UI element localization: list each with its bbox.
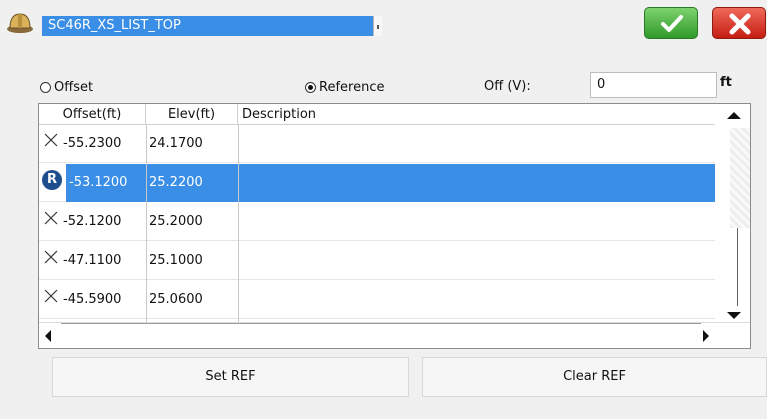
cell-elev: 25.0600 — [149, 292, 203, 307]
file-name-field[interactable]: SC46R_XS_LIST_TOP — [42, 16, 380, 36]
table-header: Offset(ft) Elev(ft) Description — [39, 104, 715, 125]
scroll-up-icon[interactable] — [727, 112, 741, 119]
cell-elev: 25.1000 — [149, 253, 203, 268]
x-mark-icon — [44, 250, 58, 264]
cell-elev: 24.1700 — [149, 136, 203, 151]
reference-radio[interactable]: Reference — [305, 79, 384, 95]
cell-offset: -52.1200 — [63, 214, 122, 229]
table-body: -55.2300 24.1700 R -53.1200 25.2200 -52.… — [39, 125, 715, 322]
close-icon — [729, 13, 751, 35]
table-row[interactable]: -45.5900 25.0600 — [39, 281, 715, 319]
scroll-left-icon[interactable] — [45, 330, 51, 342]
vertical-scroll-thumb[interactable] — [730, 128, 750, 228]
offset-radio[interactable]: Offset — [40, 79, 93, 95]
x-mark-icon — [44, 133, 58, 147]
cell-elev: 25.2200 — [149, 175, 203, 190]
table-row[interactable]: -52.1200 25.2000 — [39, 203, 715, 241]
cell-elev: 25.2000 — [149, 214, 203, 229]
scroll-down-icon[interactable] — [727, 312, 741, 319]
title-bar: SC46R_XS_LIST_TOP — [0, 0, 767, 40]
file-dropdown-toggle[interactable] — [373, 16, 382, 36]
cell-offset: -47.1100 — [63, 253, 122, 268]
column-divider — [146, 125, 147, 322]
cell-offset: -45.5900 — [63, 292, 122, 307]
table-row[interactable]: -55.2300 24.1700 — [39, 125, 715, 163]
hard-hat-icon[interactable] — [6, 10, 34, 34]
column-header-elev[interactable]: Elev(ft) — [146, 104, 238, 125]
column-header-description[interactable]: Description — [238, 104, 715, 125]
offset-radio-button[interactable] — [40, 81, 51, 93]
off-v-label: Off (V): — [484, 79, 531, 94]
vertical-scrollbar[interactable] — [715, 104, 750, 322]
cell-offset: -55.2300 — [63, 136, 122, 151]
check-icon — [661, 15, 683, 32]
reference-r-icon: R — [42, 170, 62, 190]
unit-label: ft — [720, 75, 732, 90]
table-row[interactable]: -47.1100 25.1000 — [39, 242, 715, 280]
table-row-selected[interactable]: R -53.1200 25.2200 — [39, 164, 715, 202]
set-ref-button[interactable]: Set REF — [52, 357, 409, 397]
reference-radio-button[interactable] — [305, 81, 316, 93]
off-v-input[interactable]: 0 — [590, 72, 717, 98]
column-header-offset[interactable]: Offset(ft) — [39, 104, 146, 125]
clear-ref-button[interactable]: Clear REF — [422, 357, 767, 397]
offset-radio-label: Offset — [54, 79, 94, 95]
column-divider — [238, 125, 239, 322]
vertical-scroll-track[interactable] — [737, 228, 738, 306]
horizontal-scroll-track[interactable] — [61, 323, 701, 324]
scroll-right-icon[interactable] — [703, 330, 709, 342]
cancel-button[interactable] — [712, 7, 766, 39]
x-mark-icon — [44, 211, 58, 225]
x-mark-icon — [44, 289, 58, 303]
points-table: Offset(ft) Elev(ft) Description -55.2300… — [38, 103, 751, 349]
horizontal-scrollbar[interactable] — [39, 322, 750, 348]
cell-offset: -53.1200 — [69, 175, 128, 190]
reference-radio-label: Reference — [319, 79, 385, 95]
ok-button[interactable] — [644, 7, 698, 39]
